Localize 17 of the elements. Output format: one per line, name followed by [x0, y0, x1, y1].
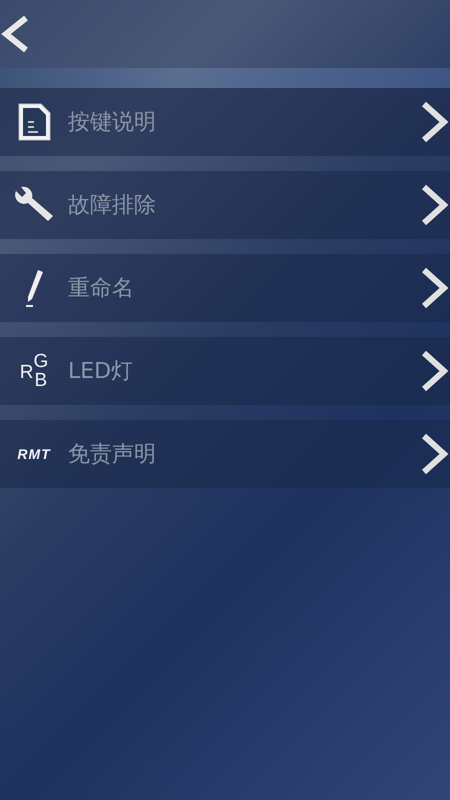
- chevron-icon: [420, 349, 450, 393]
- chevron-icon: [420, 266, 450, 310]
- chevron-icon: [420, 432, 450, 476]
- menu-label: 重命名: [68, 275, 135, 303]
- chevron-icon: [420, 183, 450, 227]
- menu-label: 免责声明: [68, 441, 157, 469]
- menu-item[interactable]: RMT 免责声明: [0, 420, 450, 488]
- menu-item[interactable]: 重命名: [0, 254, 450, 322]
- menu-item[interactable]: 按键说明: [0, 88, 450, 156]
- menu-label: 故障排除: [68, 192, 157, 220]
- logo: RMT: [17, 446, 51, 462]
- menu-label: LED灯: [68, 358, 134, 386]
- menu-label: 按键说明: [68, 109, 157, 137]
- document-icon: [16, 102, 52, 142]
- menu-item[interactable]: 故障排除: [0, 171, 450, 239]
- chevron-icon: [420, 100, 450, 144]
- back-icon[interactable]: [0, 14, 30, 54]
